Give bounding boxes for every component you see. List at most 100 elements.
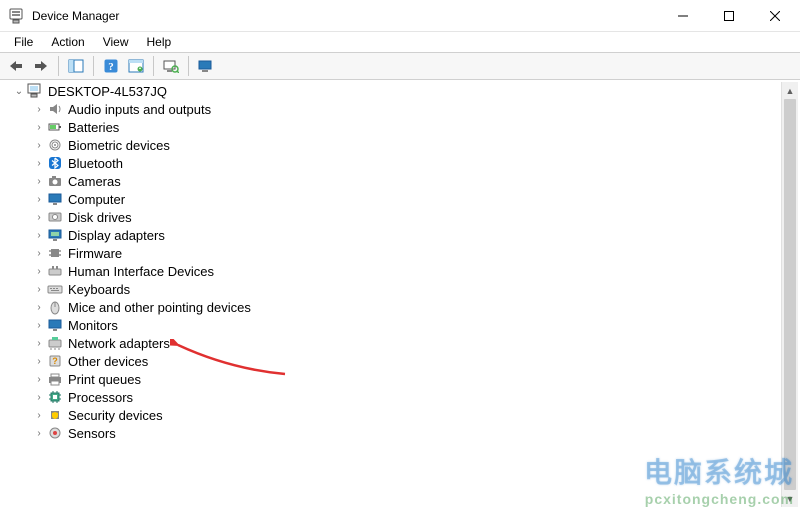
expand-icon[interactable]: › <box>32 374 46 385</box>
tree-item-monitors[interactable]: › Monitors <box>2 316 780 334</box>
tree-item-biometric[interactable]: › Biometric devices <box>2 136 780 154</box>
expand-icon[interactable]: › <box>32 266 46 277</box>
tree-item-disk-drives[interactable]: › Disk drives <box>2 208 780 226</box>
expand-icon[interactable]: › <box>32 104 46 115</box>
display-adapter-icon <box>46 227 64 243</box>
tree-item-mice[interactable]: › Mice and other pointing devices <box>2 298 780 316</box>
tree-item-label: Other devices <box>68 354 148 369</box>
expand-icon[interactable]: › <box>32 392 46 403</box>
sensor-icon <box>46 425 64 441</box>
mouse-icon <box>46 299 64 315</box>
tree-item-keyboards[interactable]: › Keyboards <box>2 280 780 298</box>
scroll-down-button[interactable]: ▼ <box>782 490 798 507</box>
minimize-button[interactable] <box>660 0 706 32</box>
fingerprint-icon <box>46 137 64 153</box>
expand-icon[interactable]: › <box>32 356 46 367</box>
tree-item-label: Human Interface Devices <box>68 264 214 279</box>
expand-icon[interactable]: › <box>32 248 46 259</box>
vertical-scrollbar[interactable]: ▲ ▼ <box>781 82 798 507</box>
scroll-up-button[interactable]: ▲ <box>782 82 798 99</box>
tree-item-print-queues[interactable]: › Print queues <box>2 370 780 388</box>
tree-item-label: Cameras <box>68 174 121 189</box>
scroll-thumb[interactable] <box>784 99 796 490</box>
tree-item-bluetooth[interactable]: › Bluetooth <box>2 154 780 172</box>
svg-text:?: ? <box>52 356 58 366</box>
tree-item-audio[interactable]: › Audio inputs and outputs <box>2 100 780 118</box>
expand-icon[interactable]: › <box>32 140 46 151</box>
device-manager-icon <box>8 8 24 24</box>
bluetooth-icon <box>46 155 64 171</box>
toolbar-separator <box>58 56 59 76</box>
menu-action[interactable]: Action <box>43 34 92 50</box>
tree-item-label: Disk drives <box>68 210 132 225</box>
tree-item-label: Bluetooth <box>68 156 123 171</box>
toolbar: ? <box>0 52 800 80</box>
content-area: ⌄ DESKTOP-4L537JQ › Audio inputs and out… <box>0 80 800 509</box>
tree-item-hid[interactable]: › Human Interface Devices <box>2 262 780 280</box>
tree-item-label: Monitors <box>68 318 118 333</box>
expand-icon[interactable]: › <box>32 230 46 241</box>
battery-icon <box>46 119 64 135</box>
keyboard-icon <box>46 281 64 297</box>
tree-item-label: Security devices <box>68 408 163 423</box>
properties-button[interactable] <box>124 55 148 77</box>
titlebar: Device Manager <box>0 0 800 32</box>
computer-icon <box>26 83 44 99</box>
camera-icon <box>46 173 64 189</box>
expand-icon[interactable]: › <box>32 428 46 439</box>
toolbar-separator <box>188 56 189 76</box>
chip-icon <box>46 245 64 261</box>
tree-item-processors[interactable]: › Processors <box>2 388 780 406</box>
tree-item-label: Mice and other pointing devices <box>68 300 251 315</box>
tree-item-label: Network adapters <box>68 336 170 351</box>
toolbar-separator <box>93 56 94 76</box>
expand-icon[interactable]: › <box>32 338 46 349</box>
security-chip-icon <box>46 407 64 423</box>
tree-item-cameras[interactable]: › Cameras <box>2 172 780 190</box>
window-title: Device Manager <box>32 9 119 23</box>
menu-help[interactable]: Help <box>139 34 180 50</box>
tree-root-label: DESKTOP-4L537JQ <box>48 84 167 99</box>
expand-icon[interactable]: › <box>32 194 46 205</box>
tree-item-label: Firmware <box>68 246 122 261</box>
tree-root[interactable]: ⌄ DESKTOP-4L537JQ <box>2 82 780 100</box>
back-button[interactable] <box>4 55 28 77</box>
device-tree[interactable]: ⌄ DESKTOP-4L537JQ › Audio inputs and out… <box>2 82 780 507</box>
help-button[interactable]: ? <box>99 55 123 77</box>
close-button[interactable] <box>752 0 798 32</box>
tree-item-label: Audio inputs and outputs <box>68 102 211 117</box>
menu-view[interactable]: View <box>95 34 137 50</box>
expand-icon[interactable]: › <box>32 284 46 295</box>
tree-item-label: Print queues <box>68 372 141 387</box>
tree-item-security[interactable]: › Security devices <box>2 406 780 424</box>
menubar: File Action View Help <box>0 32 800 52</box>
tree-item-label: Computer <box>68 192 125 207</box>
forward-button[interactable] <box>29 55 53 77</box>
maximize-button[interactable] <box>706 0 752 32</box>
tree-item-label: Processors <box>68 390 133 405</box>
collapse-icon[interactable]: ⌄ <box>12 86 26 97</box>
show-hide-tree-button[interactable] <box>64 55 88 77</box>
expand-icon[interactable]: › <box>32 158 46 169</box>
tree-item-computer[interactable]: › Computer <box>2 190 780 208</box>
add-legacy-hardware-button[interactable] <box>194 55 218 77</box>
scan-hardware-button[interactable] <box>159 55 183 77</box>
expand-icon[interactable]: › <box>32 122 46 133</box>
tree-item-batteries[interactable]: › Batteries <box>2 118 780 136</box>
expand-icon[interactable]: › <box>32 410 46 421</box>
expand-icon[interactable]: › <box>32 212 46 223</box>
cpu-icon <box>46 389 64 405</box>
tree-item-firmware[interactable]: › Firmware <box>2 244 780 262</box>
hid-icon <box>46 263 64 279</box>
menu-file[interactable]: File <box>6 34 41 50</box>
tree-item-network[interactable]: › Network adapters <box>2 334 780 352</box>
monitor-icon <box>46 191 64 207</box>
expand-icon[interactable]: › <box>32 176 46 187</box>
tree-item-sensors[interactable]: › Sensors <box>2 424 780 442</box>
tree-item-display-adapters[interactable]: › Display adapters <box>2 226 780 244</box>
expand-icon[interactable]: › <box>32 320 46 331</box>
unknown-device-icon: ? <box>46 353 64 369</box>
expand-icon[interactable]: › <box>32 302 46 313</box>
tree-item-other[interactable]: › ? Other devices <box>2 352 780 370</box>
network-icon <box>46 335 64 351</box>
